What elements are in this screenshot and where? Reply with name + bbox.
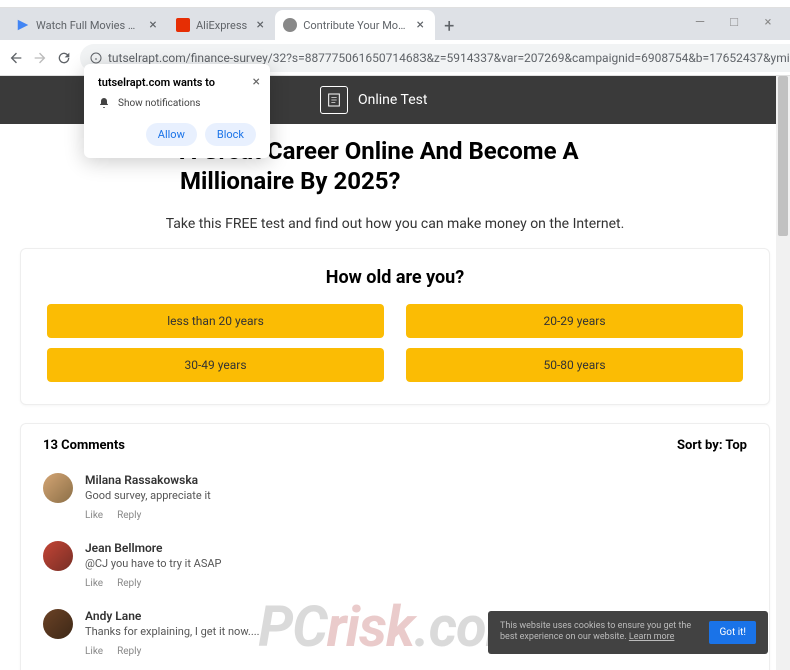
block-button[interactable]: Block	[205, 123, 256, 146]
close-icon[interactable]: ×	[253, 74, 260, 90]
minimize-button[interactable]: —	[690, 12, 710, 32]
reply-link[interactable]: Reply	[117, 578, 141, 589]
like-link[interactable]: Like	[85, 510, 103, 521]
like-link[interactable]: Like	[85, 578, 103, 589]
play-icon	[16, 18, 30, 32]
site-info-icon[interactable]	[90, 52, 102, 64]
back-button[interactable]	[8, 46, 24, 70]
globe-icon	[283, 18, 297, 32]
comment-text: @CJ you have to try it ASAP	[85, 557, 747, 570]
close-window-button[interactable]: ×	[758, 12, 778, 32]
tab-movies[interactable]: Watch Full Movies Online Free ×	[8, 10, 168, 40]
bell-icon	[98, 97, 110, 109]
comment-item: Jean Bellmore @CJ you have to try it ASA…	[43, 533, 747, 601]
survey-card: How old are you? less than 20 years 20-2…	[20, 248, 770, 405]
close-icon[interactable]: ×	[253, 18, 267, 32]
reload-button[interactable]	[56, 46, 72, 70]
avatar	[43, 473, 73, 503]
notification-message: Show notifications	[118, 98, 200, 109]
tab-aliexpress[interactable]: AliExpress ×	[168, 10, 275, 40]
cookie-banner: This website uses cookies to ensure you …	[488, 611, 768, 654]
close-icon[interactable]: ×	[146, 18, 160, 32]
comments-sort[interactable]: Sort by: Top	[677, 438, 747, 453]
url-text: tutselrapt.com/finance-survey/32?s=88777…	[108, 51, 790, 65]
page-viewport: Online Test A Great Career Online And Be…	[0, 76, 790, 670]
reply-link[interactable]: Reply	[117, 646, 141, 657]
scrollbar[interactable]	[776, 76, 790, 670]
page-subtitle: Take this FREE test and find out how you…	[20, 216, 770, 232]
survey-question: How old are you?	[47, 267, 743, 288]
forward-button[interactable]	[32, 46, 48, 70]
avatar	[43, 609, 73, 639]
option-less-than-20[interactable]: less than 20 years	[47, 304, 384, 338]
cookie-accept-button[interactable]: Got it!	[709, 621, 756, 644]
comment-author: Milana Rassakowska	[85, 473, 747, 487]
cookie-text: This website uses cookies to ensure you …	[500, 621, 699, 644]
like-link[interactable]: Like	[85, 646, 103, 657]
notification-permission-popup: × tutselrapt.com wants to Show notificat…	[84, 64, 270, 158]
tab-contribute[interactable]: Contribute Your Money Manag ×	[275, 10, 435, 40]
comment-text: Good survey, appreciate it	[85, 489, 747, 502]
comment-author: Jean Bellmore	[85, 541, 747, 555]
avatar	[43, 541, 73, 571]
notification-site: tutselrapt.com wants to	[98, 76, 256, 89]
option-20-29[interactable]: 20-29 years	[406, 304, 743, 338]
maximize-button[interactable]: □	[724, 12, 744, 32]
reply-link[interactable]: Reply	[117, 510, 141, 521]
tab-strip: Watch Full Movies Online Free × AliExpre…	[0, 8, 790, 40]
test-icon	[320, 86, 348, 114]
header-title: Online Test	[358, 92, 427, 108]
allow-button[interactable]: Allow	[146, 123, 197, 146]
close-icon[interactable]: ×	[413, 18, 427, 32]
learn-more-link[interactable]: Learn more	[629, 632, 675, 642]
tab-title: Watch Full Movies Online Free	[36, 19, 140, 32]
tab-title: AliExpress	[196, 19, 247, 32]
comment-item: Milana Rassakowska Good survey, apprecia…	[43, 465, 747, 533]
tab-title: Contribute Your Money Manag	[303, 19, 407, 32]
comments-count: 13 Comments	[43, 438, 125, 453]
option-30-49[interactable]: 30-49 years	[47, 348, 384, 382]
option-50-80[interactable]: 50-80 years	[406, 348, 743, 382]
aliexpress-icon	[176, 18, 190, 32]
new-tab-button[interactable]: +	[435, 12, 463, 40]
